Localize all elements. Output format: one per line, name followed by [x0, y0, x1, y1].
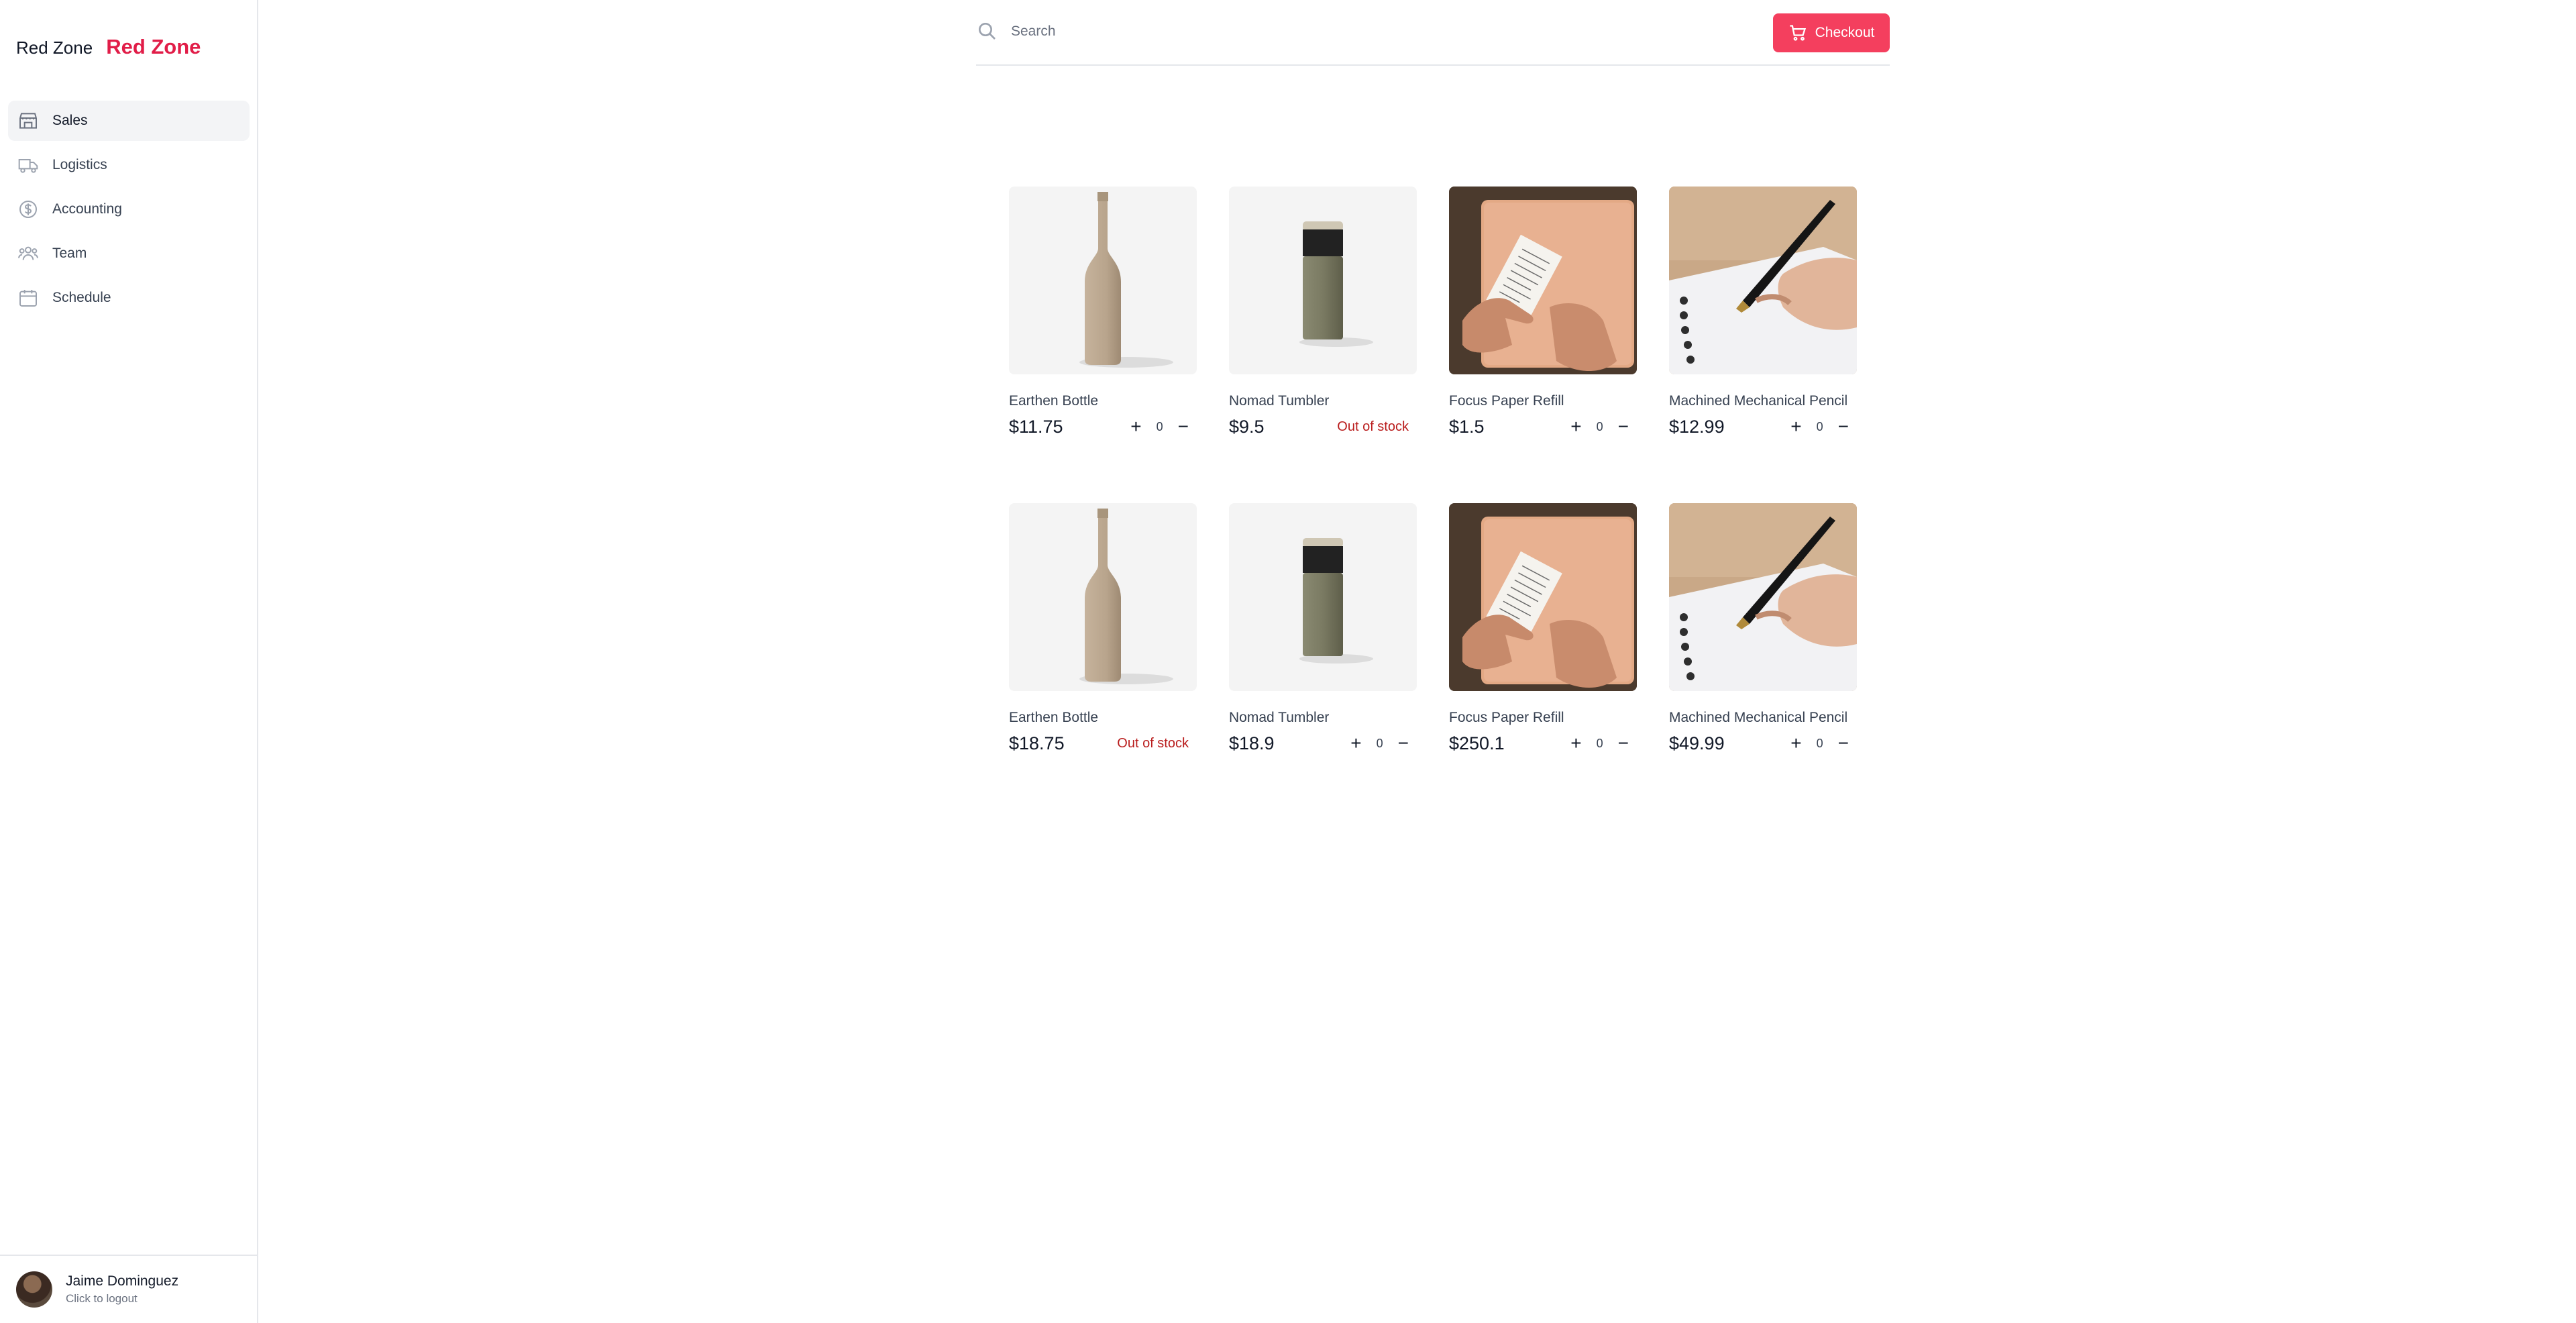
product-image-bottle[interactable] [1009, 187, 1197, 374]
product-price: $12.99 [1669, 416, 1725, 437]
quantity-value: 0 [1816, 736, 1823, 750]
truck-icon [18, 159, 38, 173]
sidebar-item-label: Team [52, 246, 87, 261]
sidebar: Red Zone Red Zone Sales Logistics Accoun… [0, 0, 258, 1323]
sidebar-item-schedule[interactable]: Schedule [8, 278, 250, 318]
product-image-pencil[interactable] [1669, 503, 1857, 691]
decrease-button[interactable]: − [1394, 734, 1413, 753]
decrease-button[interactable]: − [1614, 417, 1633, 436]
dollar-circle-icon [19, 201, 37, 218]
product-card: Earthen Bottle $11.75 + 0 − [1009, 187, 1197, 439]
product-name: Focus Paper Refill [1449, 393, 1564, 409]
sidebar-item-logistics[interactable]: Logistics [8, 145, 250, 185]
increase-button[interactable]: + [1566, 734, 1585, 753]
sidebar-item-label: Schedule [52, 290, 111, 305]
calendar-icon [19, 290, 37, 307]
product-price: $1.5 [1449, 416, 1485, 437]
checkout-button[interactable]: Checkout [1773, 13, 1890, 52]
product-card: Focus Paper Refill $250.1 + 0 − [1449, 503, 1637, 755]
product-card: Nomad Tumbler $9.5 Out of stock [1229, 187, 1417, 439]
sidebar-nav: Sales Logistics Accounting Team Schedule [8, 101, 250, 322]
increase-button[interactable]: + [1126, 417, 1145, 436]
product-image-bottle[interactable] [1009, 503, 1197, 691]
search-icon [979, 23, 996, 40]
product-price: $18.9 [1229, 733, 1275, 753]
product-image-pencil[interactable] [1669, 187, 1857, 374]
product-name: Nomad Tumbler [1229, 393, 1330, 409]
sidebar-item-label: Sales [52, 113, 88, 128]
product-card: Machined Mechanical Pencil $49.99 + 0 − [1669, 503, 1857, 755]
product-name: Nomad Tumbler [1229, 710, 1330, 725]
avatar [16, 1271, 52, 1308]
storefront-icon [19, 113, 37, 129]
out-of-stock-label: Out of stock [1337, 419, 1409, 434]
sidebar-item-sales[interactable]: Sales [8, 101, 250, 141]
quantity-stepper: + 0 − [1126, 417, 1193, 436]
sidebar-item-team[interactable]: Team [8, 233, 250, 274]
product-card: Earthen Bottle $18.75 Out of stock [1009, 503, 1197, 755]
product-card: Machined Mechanical Pencil $12.99 + 0 − [1669, 187, 1857, 439]
brand: Red Zone Red Zone [16, 35, 201, 59]
quantity-value: 0 [1816, 419, 1823, 433]
product-price: $9.5 [1229, 416, 1265, 437]
product-card: Nomad Tumbler $18.9 + 0 − [1229, 503, 1417, 755]
product-image-tumbler[interactable] [1229, 187, 1417, 374]
sidebar-item-label: Logistics [52, 157, 107, 172]
logout-hint: Click to logout [66, 1292, 138, 1305]
decrease-button[interactable]: − [1614, 734, 1633, 753]
quantity-stepper: + 0 − [1786, 734, 1853, 753]
quantity-value: 0 [1596, 419, 1603, 433]
product-image-paper[interactable] [1449, 187, 1637, 374]
brand-logo: Red Zone [106, 35, 201, 58]
brand-text: Red Zone [16, 38, 93, 58]
product-name: Machined Mechanical Pencil [1669, 393, 1848, 409]
search-input[interactable] [1010, 17, 1616, 46]
increase-button[interactable]: + [1786, 734, 1805, 753]
user-info: Jaime Dominguez Click to logout [66, 1273, 178, 1306]
product-name: Machined Mechanical Pencil [1669, 710, 1848, 725]
cart-icon [1789, 25, 1806, 41]
quantity-value: 0 [1596, 736, 1603, 750]
decrease-button[interactable]: − [1174, 417, 1193, 436]
quantity-stepper: + 0 − [1786, 417, 1853, 436]
quantity-stepper: + 0 − [1346, 734, 1413, 753]
quantity-stepper: + 0 − [1566, 417, 1633, 436]
product-name: Focus Paper Refill [1449, 710, 1564, 725]
product-price: $11.75 [1009, 416, 1063, 437]
decrease-button[interactable]: − [1834, 417, 1853, 436]
quantity-value: 0 [1376, 736, 1383, 750]
checkout-label: Checkout [1815, 25, 1875, 40]
quantity-stepper: + 0 − [1566, 734, 1633, 753]
product-name: Earthen Bottle [1009, 710, 1099, 725]
product-card: Focus Paper Refill $1.5 + 0 − [1449, 187, 1637, 439]
users-icon [18, 246, 38, 260]
increase-button[interactable]: + [1566, 417, 1585, 436]
increase-button[interactable]: + [1346, 734, 1365, 753]
product-price: $49.99 [1669, 733, 1725, 753]
sidebar-item-label: Accounting [52, 201, 122, 217]
product-image-paper[interactable] [1449, 503, 1637, 691]
product-image-tumbler[interactable] [1229, 503, 1417, 691]
increase-button[interactable]: + [1786, 417, 1805, 436]
product-price: $250.1 [1449, 733, 1505, 753]
product-name: Earthen Bottle [1009, 393, 1099, 409]
out-of-stock-label: Out of stock [1117, 735, 1189, 751]
product-price: $18.75 [1009, 733, 1065, 753]
product-grid: Earthen Bottle $11.75 + 0 − Nomad Tumble… [1009, 187, 1857, 755]
user-logout[interactable]: Jaime Dominguez Click to logout [0, 1255, 257, 1323]
user-name: Jaime Dominguez [66, 1273, 179, 1289]
sidebar-item-accounting[interactable]: Accounting [8, 189, 250, 229]
decrease-button[interactable]: − [1834, 734, 1853, 753]
top-bar: Checkout [976, 13, 1890, 66]
quantity-value: 0 [1156, 419, 1163, 433]
